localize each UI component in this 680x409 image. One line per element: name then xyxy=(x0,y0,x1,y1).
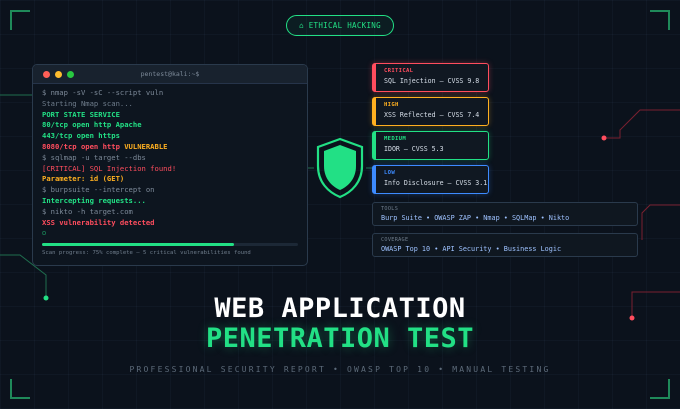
severity-label: MEDIUM xyxy=(384,136,407,142)
terminal-line: $ nmap -sV -sC --script vuln xyxy=(42,88,164,97)
terminal-title: pentest@kali:~$ xyxy=(140,70,200,78)
terminal-line: Intercepting requests... xyxy=(42,195,146,205)
severity-label: HIGH xyxy=(384,102,399,108)
coverage-list: OWASP Top 10 • API Security • Business L… xyxy=(381,245,562,253)
coverage-label: COVERAGE xyxy=(381,237,409,243)
terminal-line: Starting Nmap scan... xyxy=(42,98,133,108)
vuln-name: XSS Reflected — CVSS 7.4 xyxy=(384,111,480,119)
scan-progress-text: Scan progress: 75% complete — 5 critical… xyxy=(42,250,251,256)
terminal-line: $ sqlmap -u target --dbs xyxy=(42,152,146,162)
tools-list: Burp Suite • OWASP ZAP • Nmap • SQLMap •… xyxy=(381,214,570,222)
shield-icon xyxy=(316,137,364,199)
ethical-hacking-badge: ⌂ ETHICAL HACKING xyxy=(286,15,394,36)
tools-label: TOOLS xyxy=(381,206,399,212)
terminal-line: XSS vulnerability detected xyxy=(42,217,155,227)
scan-progress-fill xyxy=(42,243,234,246)
terminal-window: pentest@kali:~$ $ nmap -sV -sC --script … xyxy=(32,64,308,266)
vuln-card-high[interactable]: HIGH XSS Reflected — CVSS 7.4 xyxy=(372,97,489,126)
vuln-card-low[interactable]: LOW Info Disclosure — CVSS 3.1 xyxy=(372,165,489,194)
page-title-line-1: WEB APPLICATION xyxy=(214,293,466,324)
terminal-line: 80/tcp open http Apache xyxy=(42,120,142,130)
terminal-line: PORT STATE SERVICE xyxy=(42,109,120,119)
terminal-line: $ burpsuite --intercept on xyxy=(42,185,155,195)
scan-progress-bar xyxy=(42,243,298,246)
vuln-name: IDOR — CVSS 5.3 xyxy=(384,145,444,153)
vuln-name: SQL Injection — CVSS 9.8 xyxy=(384,77,480,85)
terminal-line: [CRITICAL] SQL Injection found! xyxy=(42,163,177,173)
terminal-line-vulnerable: 8080/tcp open http VULNERABLE xyxy=(42,142,298,153)
page-title-line-2: PENETRATION TEST xyxy=(205,323,475,354)
severity-label: LOW xyxy=(384,170,396,176)
vulnerable-status: VULNERABLE xyxy=(124,141,168,151)
vuln-card-critical[interactable]: CRITICAL SQL Injection — CVSS 9.8 xyxy=(372,63,489,92)
page-subtitle: PROFESSIONAL SECURITY REPORT • OWASP TOP… xyxy=(129,365,551,374)
vuln-name: Info Disclosure — CVSS 3.1 xyxy=(384,179,488,187)
vulnerable-port: 8080/tcp open http xyxy=(42,141,120,151)
vuln-card-medium[interactable]: MEDIUM IDOR — CVSS 5.3 xyxy=(372,131,489,160)
tools-panel: TOOLS Burp Suite • OWASP ZAP • Nmap • SQ… xyxy=(372,202,638,226)
terminal-title-bar: pentest@kali:~$ xyxy=(33,65,307,84)
severity-label: CRITICAL xyxy=(384,68,414,74)
terminal-line: $ nikto -h target.com xyxy=(42,206,133,216)
terminal-output: $ nmap -sV -sC --script vuln Starting Nm… xyxy=(33,84,307,239)
terminal-line: 443/tcp open https xyxy=(42,131,120,141)
coverage-panel: COVERAGE OWASP Top 10 • API Security • B… xyxy=(372,233,638,257)
terminal-line: Parameter: id (GET) xyxy=(42,174,125,184)
terminal-cursor: ▫ xyxy=(42,228,47,238)
